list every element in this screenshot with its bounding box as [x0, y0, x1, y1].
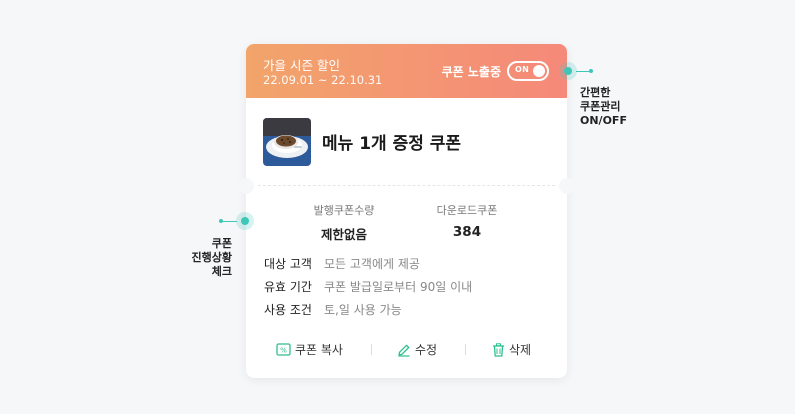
copy-coupon-label: 쿠폰 복사 [295, 343, 343, 357]
edit-coupon-label: 수정 [415, 343, 438, 357]
issued-quantity-stat: 발행쿠폰수량 제한없음 [289, 202, 399, 243]
exposure-status-label: 쿠폰 노출중 [441, 65, 501, 79]
coupon-campaign-title: 가을 시즌 할인 [263, 58, 340, 73]
detail-key: 사용 조건 [264, 303, 312, 317]
pencil-icon [397, 343, 411, 357]
annotation-line: 쿠폰 [211, 237, 232, 250]
toggle-state-text: ON [515, 65, 530, 74]
coupon-icon: % [276, 343, 291, 356]
annotation-progress-check: 쿠폰 진행상황 체크 [180, 237, 232, 279]
callout-dot-toggle [559, 62, 577, 80]
detail-row-target: 대상 고객 모든 고객에게 제공 [264, 255, 420, 272]
detail-row-validity: 유효 기간 쿠폰 발급일로부터 90일 이내 [264, 278, 472, 295]
annotation-toggle-management: 간편한 쿠폰관리 ON/OFF [580, 86, 627, 128]
dashed-divider [258, 185, 555, 186]
detail-key: 유효 기간 [264, 280, 312, 294]
ticket-notch-left [238, 178, 254, 194]
stat-label: 발행쿠폰수량 [313, 204, 375, 217]
copy-coupon-button[interactable]: % 쿠폰 복사 [276, 341, 343, 358]
coupon-name: 메뉴 1개 증정 쿠폰 [322, 134, 462, 154]
download-count-stat: 다운로드쿠폰 384 [412, 202, 522, 240]
callout-line [576, 71, 590, 72]
callout-end [589, 69, 593, 73]
annotation-line: 체크 [211, 265, 232, 278]
ticket-notch-right [559, 178, 575, 194]
trash-icon [492, 342, 505, 357]
annotation-line: 간편한 [580, 86, 611, 99]
coupon-actions: % 쿠폰 복사 수정 삭제 [246, 341, 567, 359]
stat-label: 다운로드쿠폰 [436, 204, 498, 217]
detail-value: 토,일 사용 가능 [324, 303, 402, 317]
callout-dot-progress [236, 212, 254, 230]
annotation-line: ON/OFF [580, 114, 627, 127]
stat-value: 제한없음 [320, 227, 367, 242]
delete-coupon-label: 삭제 [509, 343, 532, 357]
toggle-knob [533, 65, 545, 77]
action-separator [371, 344, 372, 355]
annotation-line: 쿠폰관리 [580, 100, 621, 113]
stat-value: 384 [452, 224, 482, 240]
svg-text:%: % [280, 347, 287, 355]
coupon-card: 가을 시즌 할인 22.09.01 ~ 22.10.31 쿠폰 노출중 ON 메… [238, 44, 575, 378]
action-separator [465, 344, 466, 355]
callout-line [221, 221, 237, 222]
delete-coupon-button[interactable]: 삭제 [492, 341, 531, 358]
edit-coupon-button[interactable]: 수정 [397, 341, 437, 358]
exposure-toggle[interactable]: ON [507, 61, 549, 81]
detail-value: 쿠폰 발급일로부터 90일 이내 [324, 280, 473, 294]
coupon-period: 22.09.01 ~ 22.10.31 [263, 73, 383, 87]
coffee-thumbnail [263, 118, 311, 166]
detail-value: 모든 고객에게 제공 [324, 257, 420, 271]
coupon-header: 가을 시즌 할인 22.09.01 ~ 22.10.31 쿠폰 노출중 ON [246, 44, 567, 98]
annotation-line: 진행상황 [191, 251, 232, 264]
detail-row-condition: 사용 조건 토,일 사용 가능 [264, 301, 402, 318]
detail-key: 대상 고객 [264, 257, 312, 271]
